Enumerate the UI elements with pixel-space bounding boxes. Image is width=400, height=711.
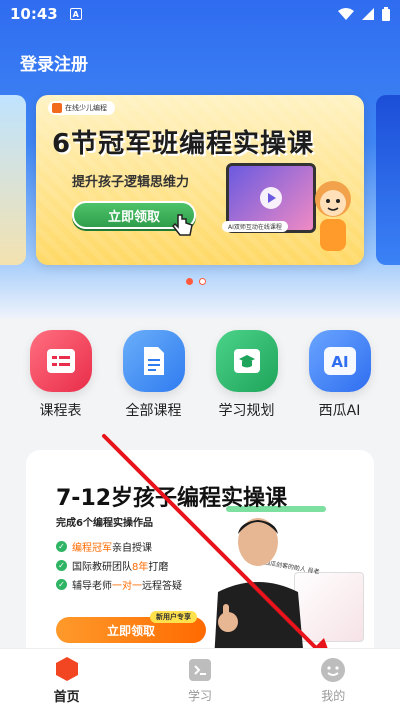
tab-profile-label: 我的 — [321, 688, 346, 703]
list-item: ✓ 国际教研团队 8年 打磨 — [56, 559, 182, 573]
nav-xigua-ai[interactable]: AI 西瓜AI — [300, 330, 380, 420]
check-icon: ✓ — [56, 579, 67, 590]
check-icon: ✓ — [56, 541, 67, 552]
list-item: ✓ 辅导老师 一对一 远程答疑 — [56, 578, 182, 592]
wifi-icon — [338, 8, 354, 20]
list-item: ✓ 编程冠军 亲自授课 — [56, 540, 182, 554]
promo-feature-list: ✓ 编程冠军 亲自授课 ✓ 国际教研团队 8年 打磨 ✓ 辅导老师 一对一 远程答疑 — [56, 540, 182, 597]
schedule-icon — [29, 330, 92, 392]
nav-all-courses-label: 全部课程 — [125, 403, 182, 419]
play-icon — [260, 187, 282, 209]
status-bar: 10:43 A — [0, 0, 400, 28]
banner-subtitle: 提升孩子逻辑思维力 — [72, 175, 190, 190]
nav-all-courses[interactable]: 全部课程 — [114, 330, 194, 420]
graduation-cap-icon — [215, 330, 278, 392]
tab-study-label: 学习 — [187, 688, 212, 703]
tab-home-label: 首页 — [53, 689, 80, 705]
pointer-hand-icon — [172, 214, 193, 236]
carousel-dot-active[interactable] — [186, 278, 193, 285]
check-icon: ✓ — [56, 560, 67, 571]
next-banner-peek[interactable] — [376, 95, 400, 265]
svg-text:AI: AI — [331, 353, 348, 371]
status-time: 10:43 — [10, 5, 58, 23]
new-user-badge: 新用户专享 — [150, 611, 197, 623]
signal-icon — [362, 8, 374, 20]
promo-title: 7-12岁孩子编程实操课 — [56, 486, 288, 511]
banner-screen-label: AI双师互动在线课程 — [222, 221, 288, 232]
nav-schedule[interactable]: 课程表 — [21, 330, 101, 420]
tab-study[interactable]: 学习 — [155, 657, 245, 704]
prev-banner-peek[interactable] — [0, 95, 26, 265]
nav-xigua-ai-label: 西瓜AI — [318, 403, 361, 419]
promo-banner[interactable]: 在线少儿编程 6节冠军班编程实操课 提升孩子逻辑思维力 立即领取 AI双师互动在… — [36, 95, 364, 265]
bottom-tab-bar: 首页 学习 我的 — [0, 648, 400, 711]
nav-study-plan-label: 学习规划 — [218, 403, 275, 419]
ai-icon: AI — [308, 330, 371, 392]
teacher-photo — [214, 518, 304, 660]
login-register-link[interactable]: 登录注册 — [20, 50, 88, 75]
nav-study-plan[interactable]: 学习规划 — [207, 330, 287, 420]
cartoon-character-illustration — [315, 181, 351, 251]
tab-profile[interactable]: 我的 — [288, 657, 378, 704]
quick-nav: 课程表 全部课程 学习规划 AI 西瓜AI — [0, 330, 400, 420]
course-promo-card[interactable]: 7-12岁孩子编程实操课 完成6个编程实操作品 ✓ 编程冠军 亲自授课 ✓ 国际教… — [26, 450, 374, 660]
battery-icon — [382, 7, 390, 21]
tab-home[interactable]: 首页 — [22, 656, 112, 705]
carousel-indicator — [186, 278, 206, 285]
promo-subtitle: 完成6个编程实操作品 — [56, 518, 153, 529]
status-icons — [338, 7, 390, 21]
banner-brand-label: 在线少儿编程 — [65, 104, 107, 112]
profile-face-icon — [321, 657, 346, 682]
brand-logo-icon — [52, 103, 62, 113]
banner-brand: 在线少儿编程 — [48, 101, 115, 115]
document-icon — [122, 330, 185, 392]
carousel-dot[interactable] — [199, 278, 206, 285]
terminal-icon — [188, 658, 211, 681]
banner-title: 6节冠军班编程实操课 — [52, 129, 315, 159]
nav-schedule-label: 课程表 — [39, 403, 82, 419]
home-hexagon-icon — [55, 656, 78, 681]
notification-a-icon: A — [69, 8, 82, 20]
